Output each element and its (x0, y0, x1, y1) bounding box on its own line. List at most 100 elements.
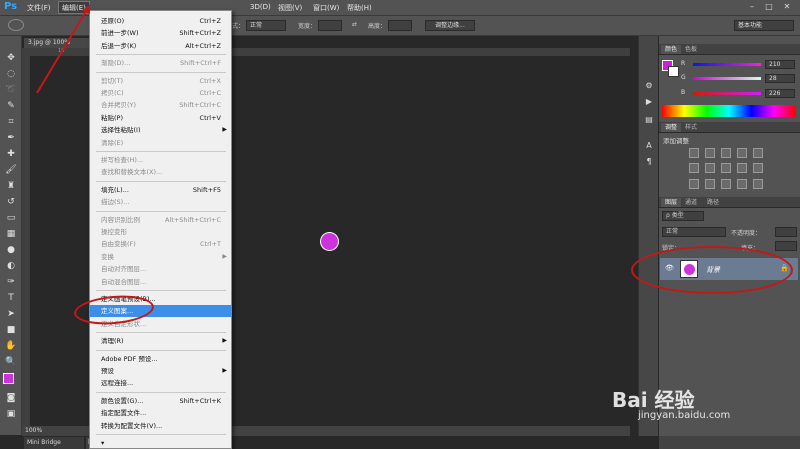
lasso-tool-icon[interactable]: ➰ (4, 84, 18, 96)
edit-menu-item[interactable]: Adobe PDF 预设... (90, 353, 231, 365)
width-input[interactable] (318, 20, 342, 31)
photo-filter-icon[interactable] (737, 163, 747, 173)
quick-mask-icon[interactable]: ◙ (4, 392, 18, 404)
menu-edit[interactable]: 编辑(E) (58, 1, 90, 14)
zoom-tool-icon[interactable]: 🔍 (4, 356, 18, 368)
zoom-level[interactable]: 100% (25, 427, 42, 434)
healing-tool-icon[interactable]: ✚ (4, 148, 18, 160)
tab-paths[interactable]: 路径 (703, 198, 723, 207)
height-input[interactable] (388, 20, 412, 31)
workspace-select[interactable]: 基本功能 (734, 20, 794, 31)
green-slider[interactable]: G 28 (681, 74, 799, 84)
pen-tool-icon[interactable]: ✑ (4, 276, 18, 288)
tab-styles[interactable]: 样式 (681, 123, 701, 132)
color-bg-swatch[interactable] (668, 66, 679, 77)
edit-menu-item[interactable]: 预设 ▶ (90, 365, 231, 377)
bw-icon[interactable] (721, 163, 731, 173)
threshold-icon[interactable] (721, 179, 731, 189)
edit-menu-item[interactable]: 粘贴(P) Ctrl+V (90, 112, 231, 124)
menu-help[interactable]: 帮助(H) (347, 3, 372, 13)
quick-select-tool-icon[interactable]: ✎ (4, 100, 18, 112)
eyedropper-tool-icon[interactable]: ✒ (4, 132, 18, 144)
marquee-tool-icon[interactable]: ◌ (4, 68, 18, 80)
green-value[interactable]: 28 (765, 74, 795, 83)
opacity-input[interactable] (775, 227, 797, 237)
path-select-tool-icon[interactable]: ➤ (4, 308, 18, 320)
gradient-tool-icon[interactable]: ▦ (4, 228, 18, 240)
blue-slider[interactable]: B 226 (681, 89, 799, 99)
blue-gradient[interactable] (693, 92, 761, 95)
color-spectrum[interactable] (662, 105, 796, 117)
gradient-map-icon[interactable] (737, 179, 747, 189)
hue-sat-icon[interactable] (689, 163, 699, 173)
edit-menu-item[interactable]: 填充(L)... Shift+F5 (90, 184, 231, 196)
menu-view[interactable]: 视图(V) (278, 3, 302, 13)
blue-value[interactable]: 226 (765, 89, 795, 98)
shape-tool-icon[interactable]: ■ (4, 324, 18, 336)
foreground-color-swatch[interactable] (3, 373, 14, 384)
edit-menu-item[interactable]: 选择性粘贴(I) ▶ (90, 124, 231, 136)
edit-menu-dropdown: 还原(O) Ctrl+Z 前进一步(W) Shift+Ctrl+Z 后退一步(K) Alt… (89, 10, 232, 449)
selective-color-icon[interactable] (753, 179, 763, 189)
history-panel-icon[interactable]: ⚙ (643, 80, 655, 92)
red-slider[interactable]: R 210 (681, 60, 799, 70)
dodge-tool-icon[interactable]: ◐ (4, 260, 18, 272)
blend-mode-select[interactable]: 正常 (662, 227, 726, 237)
character-panel-icon[interactable]: A (643, 140, 655, 152)
vibrance-icon[interactable] (753, 148, 763, 158)
color-balance-icon[interactable] (705, 163, 715, 173)
screen-mode-icon[interactable]: ▣ (4, 408, 18, 420)
menu-item-shortcut: Shift+Ctrl+C (179, 101, 221, 110)
refine-edge-button[interactable]: 调整边缘... (425, 20, 475, 31)
move-tool-icon[interactable]: ✥ (4, 52, 18, 64)
edit-menu-item[interactable]: 前进一步(W) Shift+Ctrl+Z (90, 27, 231, 39)
elliptical-marquee-icon[interactable] (8, 19, 24, 31)
channel-mixer-icon[interactable] (753, 163, 763, 173)
red-value[interactable]: 210 (765, 60, 795, 69)
red-gradient[interactable] (693, 63, 761, 66)
actions-panel-icon[interactable]: ▶ (643, 96, 655, 108)
menu-3d[interactable]: 3D(D) (250, 3, 271, 11)
levels-icon[interactable] (705, 148, 715, 158)
tab-color[interactable]: 颜色 (661, 45, 682, 54)
minimize-icon[interactable]: – (745, 1, 759, 13)
document-tab[interactable]: 3.jpg @ 100%(RGB/8 (24, 38, 90, 56)
layer-filter-select[interactable]: ρ 类型 (662, 211, 704, 221)
posterize-icon[interactable] (705, 179, 715, 189)
close-icon[interactable]: ✕ (780, 1, 794, 13)
edit-menu-item[interactable]: 远程连接... (90, 377, 231, 389)
invert-icon[interactable] (689, 179, 699, 189)
history-brush-icon[interactable]: ↺ (4, 196, 18, 208)
edit-menu-item[interactable]: 颜色设置(G)... Shift+Ctrl+K (90, 395, 231, 407)
edit-menu-item[interactable]: 转换为配置文件(V)... (90, 420, 231, 432)
menu-window[interactable]: 窗口(W) (313, 3, 339, 13)
swap-icon[interactable]: ⇄ (352, 21, 357, 28)
fill-input[interactable] (775, 241, 797, 251)
curves-icon[interactable] (721, 148, 731, 158)
tab-adjustments[interactable]: 调整 (661, 123, 682, 132)
stamp-tool-icon[interactable]: ♜ (4, 180, 18, 192)
edit-menu-item[interactable]: ▾ (90, 437, 231, 449)
edit-menu-item[interactable]: 指定配置文件... (90, 407, 231, 419)
edit-menu-item[interactable]: 后退一步(K) Alt+Ctrl+Z (90, 40, 231, 52)
brush-tool-icon[interactable]: 🖌 (4, 164, 18, 176)
brightness-icon[interactable] (689, 148, 699, 158)
type-tool-icon[interactable]: T (4, 292, 18, 304)
maximize-icon[interactable]: □ (762, 1, 776, 13)
edit-menu-item[interactable]: 还原(O) Ctrl+Z (90, 15, 231, 27)
exposure-icon[interactable] (737, 148, 747, 158)
blur-tool-icon[interactable]: ● (4, 244, 18, 256)
paragraph-panel-icon[interactable]: ¶ (643, 156, 655, 168)
tab-swatches[interactable]: 色板 (681, 45, 701, 54)
bottom-tab-mini-bridge[interactable]: Mini Bridge (24, 437, 84, 449)
green-gradient[interactable] (693, 77, 761, 80)
crop-tool-icon[interactable]: ⌗ (4, 116, 18, 128)
edit-menu-item[interactable]: 清理(R) ▶ (90, 335, 231, 347)
eraser-tool-icon[interactable]: ▭ (4, 212, 18, 224)
hand-tool-icon[interactable]: ✋ (4, 340, 18, 352)
tab-channels[interactable]: 通道 (681, 198, 701, 207)
properties-panel-icon[interactable]: ▤ (643, 114, 655, 126)
menu-file[interactable]: 文件(F) (27, 3, 51, 13)
style-select[interactable]: 正常 (246, 20, 286, 31)
tab-layers[interactable]: 图层 (661, 198, 682, 207)
